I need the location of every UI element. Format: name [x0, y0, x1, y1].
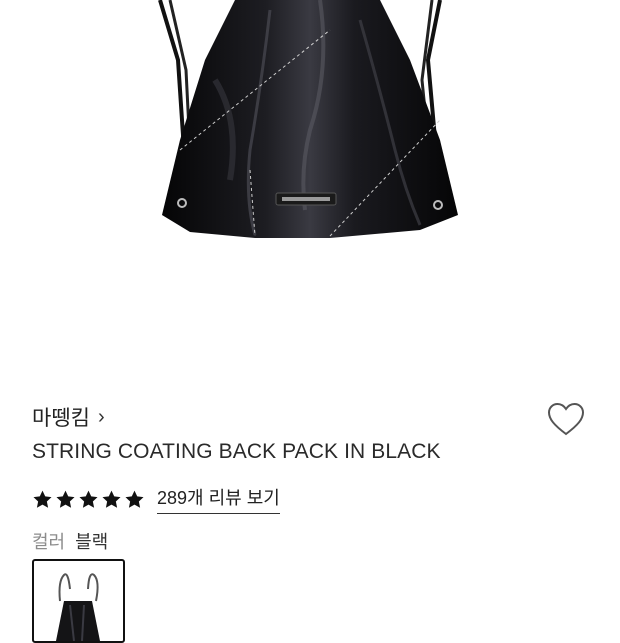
star-filled-icon — [33, 490, 52, 508]
product-image[interactable] — [0, 0, 620, 380]
chevron-right-icon: › — [97, 406, 105, 428]
wishlist-button[interactable] — [546, 400, 586, 440]
color-swatch-black[interactable] — [32, 559, 125, 643]
heart-outline-icon — [547, 402, 585, 436]
star-filled-icon — [79, 490, 98, 508]
star-filled-icon — [125, 490, 144, 508]
brand-name: 마뗑킴 — [32, 407, 90, 430]
rating-row: 289개 리뷰 보기 — [32, 484, 280, 514]
product-title: STRING COATING BACK PACK IN BLACK — [32, 440, 441, 463]
reviews-link[interactable]: 289개 리뷰 보기 — [157, 484, 280, 514]
backpack-illustration — [158, 0, 458, 238]
star-filled-icon — [102, 490, 121, 508]
color-option-value: 블랙 — [75, 532, 109, 552]
color-option-row: 컬러 블랙 — [32, 528, 108, 554]
swatch-thumbnail — [56, 573, 100, 641]
brand-link[interactable]: 마뗑킴 › — [32, 402, 105, 432]
color-option-label: 컬러 — [32, 532, 66, 552]
star-filled-icon — [56, 490, 75, 508]
star-rating — [32, 489, 145, 510]
